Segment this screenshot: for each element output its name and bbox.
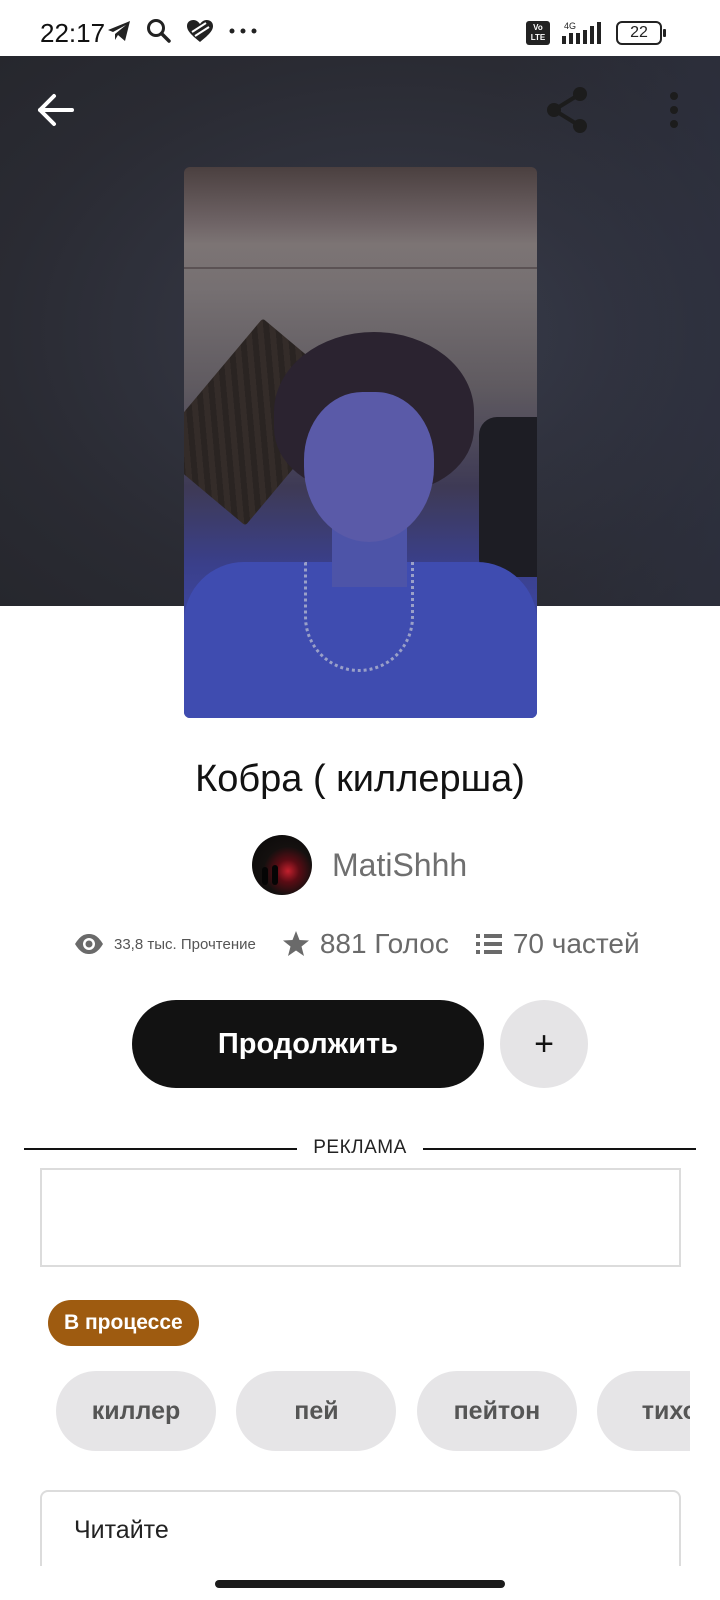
more-options-button[interactable] [656, 88, 692, 132]
tag-chip[interactable]: тихон [597, 1371, 690, 1451]
continue-reading-button[interactable]: Продолжить [132, 1000, 484, 1088]
svg-text:4G: 4G [564, 21, 576, 31]
reads-stat: 33,8 тыс. Прочтение [74, 933, 256, 955]
story-title: Кобра ( киллерша) [195, 758, 525, 800]
author-name: MatiShhh [332, 846, 468, 883]
ad-slot[interactable] [40, 1168, 681, 1267]
arrow-left-icon [38, 94, 74, 126]
star-icon [282, 931, 309, 956]
avatar-figure [272, 865, 278, 885]
battery-icon: 22 [616, 21, 666, 45]
ad-label-wrapper: РЕКЛАМА [0, 1137, 720, 1159]
votes-stat: 881 Голос [282, 928, 449, 960]
tag-chip[interactable]: пейтон [416, 1371, 577, 1451]
cover-chair [479, 417, 537, 577]
avatar-figure [262, 867, 268, 885]
read-section-title: Читайте [74, 1516, 169, 1544]
story-cover-image[interactable] [184, 167, 537, 718]
status-bar: 22:17 Vo LTE 4G 22 [0, 0, 720, 56]
author-avatar [252, 835, 312, 895]
cover-wall-line [184, 267, 537, 269]
tag-chip[interactable]: киллер [56, 1371, 216, 1451]
cover-chain [304, 562, 414, 672]
cover-face [304, 392, 434, 542]
signal-icon: 4G [562, 21, 601, 44]
parts-stat: 70 частей [475, 928, 640, 960]
telegram-icon [108, 21, 130, 41]
search-icon [147, 19, 171, 43]
parts-count: 70 частей [512, 928, 640, 959]
list-icon [475, 934, 502, 954]
status-time: 22:17 [40, 18, 106, 48]
status-badge: В процессе [48, 1300, 199, 1346]
more-notifications-icon [229, 28, 257, 34]
more-vertical-icon [670, 92, 678, 128]
home-indicator[interactable] [215, 1580, 505, 1588]
ad-label: РЕКЛАМА [297, 1137, 423, 1158]
votes-count: 881 Голос [319, 928, 449, 959]
system-icons: Vo LTE 4G 22 [526, 20, 666, 46]
notification-icons [106, 18, 258, 44]
author-link[interactable]: MatiShhh [252, 835, 467, 895]
story-stats: 33,8 тыс. Прочтение 881 Голос 70 частей [74, 928, 666, 960]
eye-icon [75, 934, 103, 954]
share-button[interactable] [542, 84, 594, 136]
tag-chip[interactable]: пей [236, 1371, 397, 1451]
share-icon [547, 87, 587, 133]
tags-row[interactable]: киллер пей пейтон тихон [56, 1371, 690, 1451]
volte-icon: Vo LTE [526, 21, 550, 45]
back-button[interactable] [34, 88, 78, 132]
add-to-library-button[interactable]: + [500, 1000, 588, 1088]
heart-icon [187, 20, 213, 42]
reads-count: 33,8 тыс. Прочтение [114, 935, 256, 953]
